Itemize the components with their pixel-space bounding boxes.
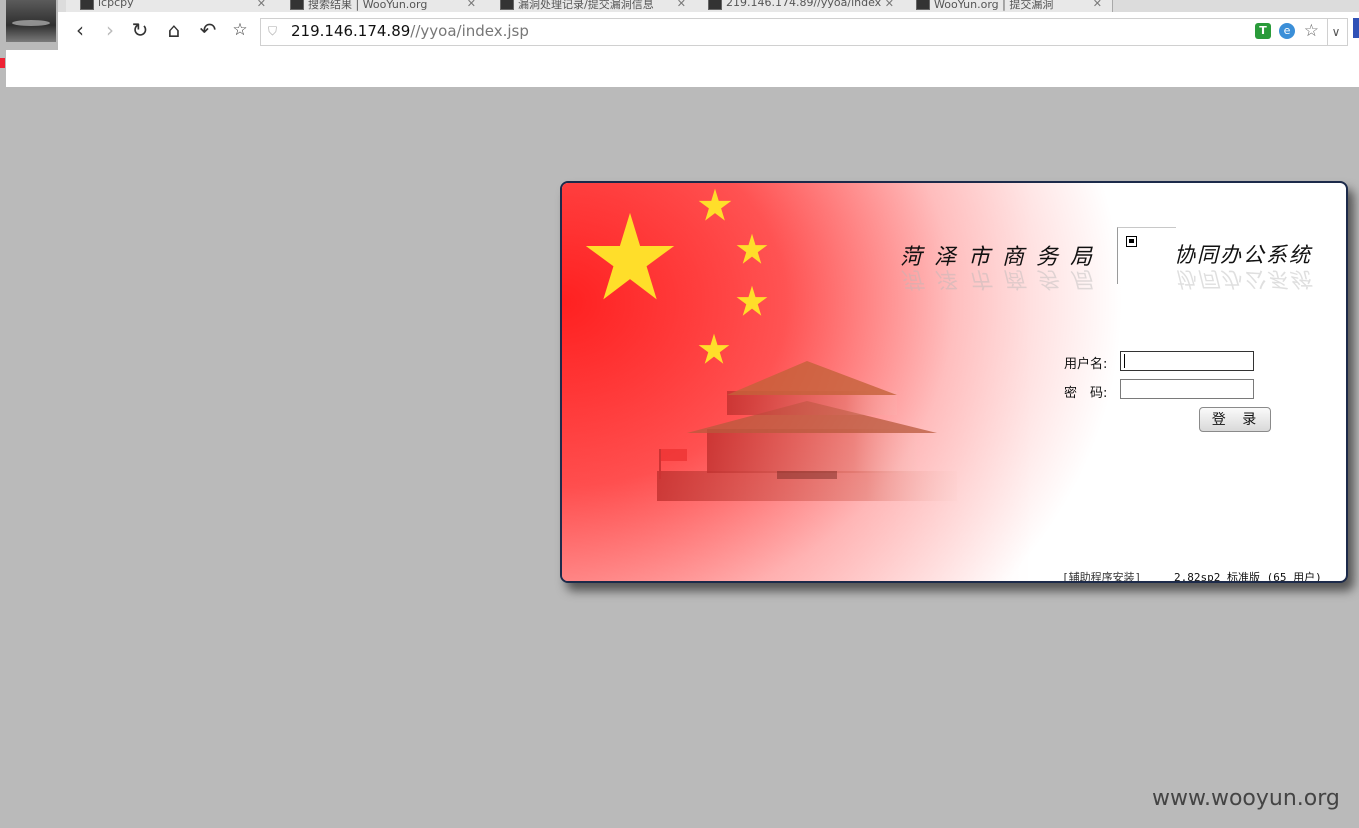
tab-title: 漏洞处理记录/提交漏洞信息 — [518, 0, 654, 11]
tab-title: 219.146.174.89//yyoa/index — [726, 0, 882, 9]
version-info: 2.82sp2 标准版 (65 用户) — [1174, 571, 1322, 583]
watermark: www.wooyun.org — [1152, 786, 1340, 811]
username-input[interactable] — [1120, 351, 1254, 371]
username-label: 用户名: — [1064, 357, 1108, 372]
favorite-star-icon[interactable]: ☆ — [1304, 21, 1319, 41]
url-host: 219.146.174.89 — [291, 22, 411, 40]
close-tab-icon[interactable]: ✕ — [677, 0, 686, 10]
favicon-icon — [500, 0, 514, 10]
favicon-icon — [708, 0, 722, 10]
tab[interactable]: WooYun.org | 提交漏洞 ✕ — [902, 0, 1113, 12]
back-arrow-icon[interactable]: ‹ — [68, 18, 92, 42]
url-path: //yyoa/index.jsp — [410, 22, 529, 40]
ie-engine-icon[interactable]: e — [1279, 23, 1295, 39]
close-tab-icon[interactable]: ✕ — [467, 0, 476, 10]
system-name-reflection: 协同办公系统 — [1174, 267, 1312, 291]
app-logo-icon — [1126, 236, 1137, 247]
tab[interactable]: 漏洞处理记录/提交漏洞信息 ✕ — [486, 0, 697, 12]
tiananmen-image — [657, 361, 957, 501]
login-panel: 菏泽市商务局 菏泽市商务局 协同办公系统 协同办公系统 用户名: 密 码: 登 … — [560, 181, 1348, 583]
page-top-strip — [6, 50, 1359, 87]
tab-strip: icpcpy ✕ 搜索结果 | WooYun.org ✕ 漏洞处理记录/提交漏洞… — [58, 0, 1359, 12]
tab[interactable]: 219.146.174.89//yyoa/index ✕ — [694, 0, 905, 12]
helper-install-link[interactable]: [辅助程序安装] — [1062, 569, 1141, 581]
small-star-icon — [736, 233, 768, 264]
password-label: 密 码: — [1064, 386, 1108, 401]
url-text[interactable]: 219.146.174.89//yyoa/index.jsp — [291, 22, 529, 40]
favicon-icon — [290, 0, 304, 10]
home-icon[interactable]: ⌂ — [162, 18, 186, 42]
side-extension-icon[interactable] — [1353, 18, 1359, 38]
close-tab-icon[interactable]: ✕ — [1093, 0, 1102, 10]
address-bar[interactable]: ⛉ 219.146.174.89//yyoa/index.jsp T e ☆ — [260, 18, 1328, 46]
login-button[interactable]: 登 录 — [1199, 407, 1271, 432]
reload-icon[interactable]: ↻ — [128, 18, 152, 42]
close-tab-icon[interactable]: ✕ — [885, 0, 894, 10]
page-marker — [0, 58, 5, 68]
tab-title: 搜索结果 | WooYun.org — [308, 0, 428, 11]
logo-frame — [1117, 227, 1176, 284]
password-input[interactable] — [1120, 379, 1254, 399]
small-star-icon — [736, 285, 768, 316]
small-star-icon — [698, 188, 732, 221]
browser-toolbar: ‹ › ↻ ⌂ ↶ ☆ ⛉ 219.146.174.89//yyoa/index… — [58, 12, 1359, 50]
chevron-down-icon[interactable]: ∨ — [1325, 18, 1348, 46]
favicon-icon — [80, 0, 94, 10]
org-name-reflection: 菏泽市商务局 — [900, 266, 1105, 291]
security-extension-icon[interactable]: T — [1255, 23, 1271, 39]
text-caret — [1124, 354, 1125, 368]
forward-arrow-icon[interactable]: › — [98, 18, 122, 42]
tab[interactable]: icpcpy ✕ — [66, 0, 277, 12]
shield-icon: ⛉ — [268, 24, 278, 38]
bookmark-star-icon[interactable]: ☆ — [228, 18, 252, 42]
undo-icon[interactable]: ↶ — [196, 18, 220, 42]
profile-thumbnail — [6, 0, 56, 42]
tab[interactable]: 搜索结果 | WooYun.org ✕ — [276, 0, 487, 12]
favicon-icon — [916, 0, 930, 10]
tab-title: icpcpy — [98, 0, 134, 9]
large-star-icon — [585, 212, 675, 300]
tab-title: WooYun.org | 提交漏洞 — [934, 0, 1054, 11]
close-tab-icon[interactable]: ✕ — [257, 0, 266, 10]
